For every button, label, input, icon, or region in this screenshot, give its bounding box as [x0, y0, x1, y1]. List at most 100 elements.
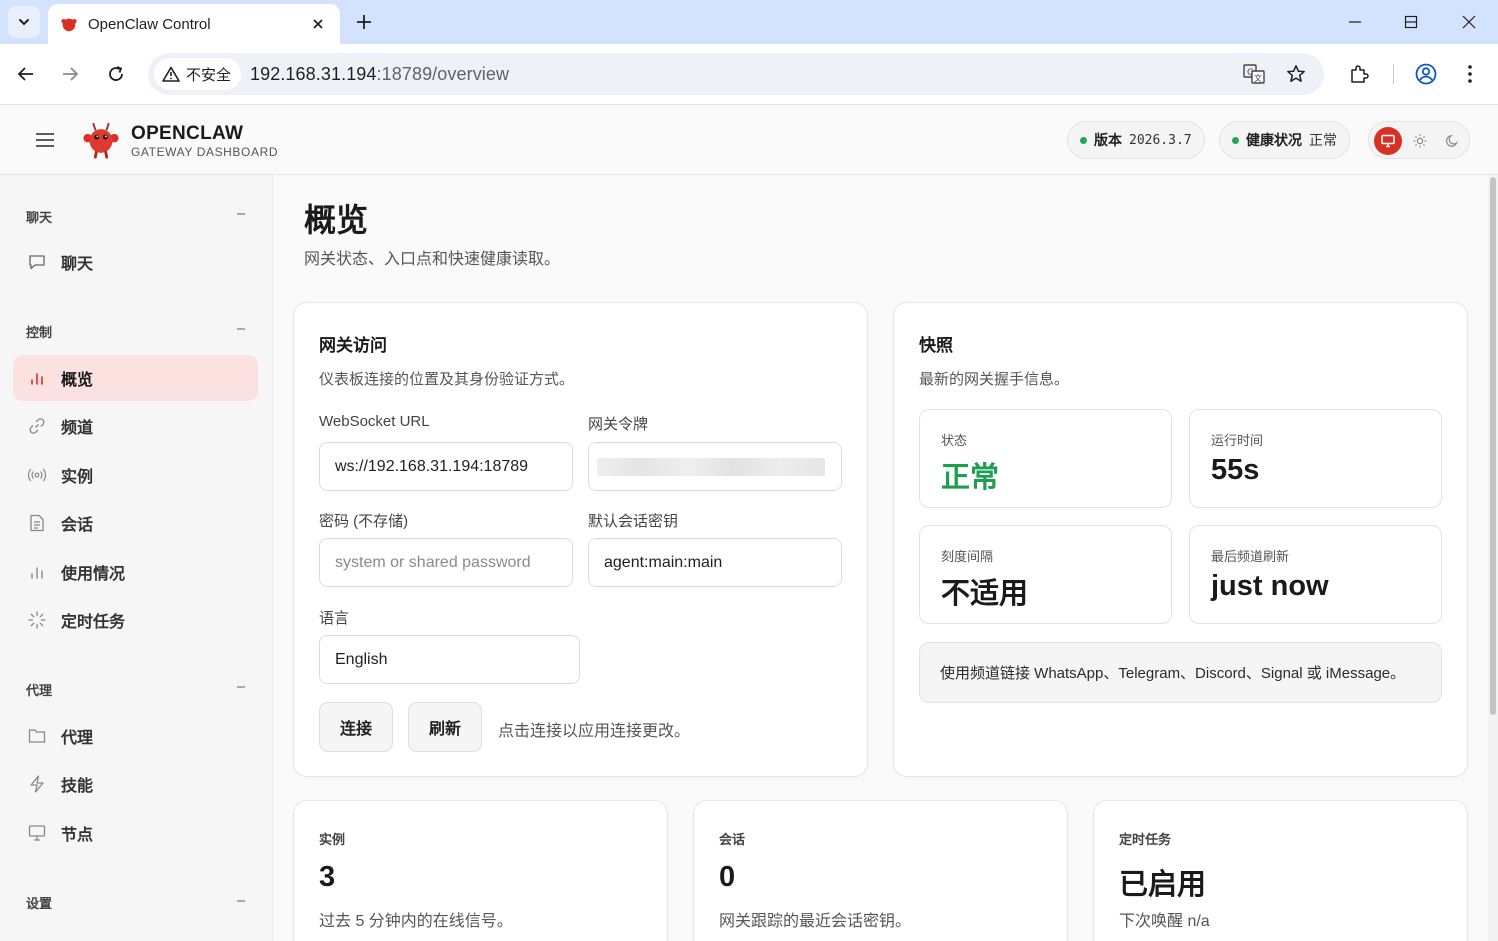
sidebar-item-channels[interactable]: 频道	[13, 403, 258, 449]
more-vertical-icon	[1468, 65, 1472, 83]
site-security-chip[interactable]: 不安全	[154, 58, 242, 90]
collapse-icon[interactable]	[237, 328, 245, 330]
sidebar-item-chat[interactable]: 聊天	[13, 239, 258, 285]
tick-interval-stat: 刻度间隔 不适用	[919, 525, 1172, 624]
collapse-icon[interactable]	[237, 686, 245, 688]
websocket-url-input[interactable]: ws://192.168.31.194:18789	[319, 442, 573, 491]
reload-button[interactable]	[100, 58, 132, 90]
monitor-icon	[27, 823, 47, 843]
sessions-card: 会话 0 网关跟踪的最近会话密钥。	[693, 800, 1068, 941]
sidebar-item-instances[interactable]: 实例	[13, 452, 258, 498]
extensions-button[interactable]	[1343, 58, 1375, 90]
channels-note: 使用频道链接 WhatsApp、Telegram、Discord、Signal …	[919, 642, 1442, 703]
stat-label: 运行时间	[1211, 433, 1264, 448]
chevron-down-icon	[19, 19, 29, 26]
moon-icon	[1445, 134, 1458, 147]
card-description: 下次唤醒 n/a	[1119, 913, 1210, 930]
sidebar-section-agents[interactable]: 代理	[26, 680, 52, 699]
connect-button[interactable]: 连接	[319, 702, 393, 752]
card-subtitle: 最新的网关握手信息。	[919, 371, 1070, 388]
browser-tab[interactable]: OpenClaw Control	[48, 4, 340, 44]
language-label: 语言	[319, 610, 350, 627]
translate-icon[interactable]: G文	[1242, 62, 1266, 86]
plus-icon	[357, 15, 371, 29]
bar-chart-icon	[27, 562, 47, 582]
new-tab-button[interactable]	[350, 8, 378, 36]
sidebar-item-label: 使用情况	[61, 566, 126, 583]
sidebar-item-label: 技能	[61, 778, 94, 795]
link-icon	[27, 416, 47, 436]
stat-value: 不适用	[941, 578, 1029, 610]
main-scrollbar[interactable]	[1488, 175, 1498, 941]
tab-search-button[interactable]	[8, 6, 40, 38]
browser-menu-button[interactable]	[1454, 58, 1486, 90]
sidebar-section-settings[interactable]: 设置	[26, 893, 52, 912]
gateway-token-input[interactable]	[588, 442, 842, 491]
version-pill: 版本 2026.3.7	[1067, 121, 1205, 159]
sidebar-item-label: 聊天	[61, 256, 94, 273]
theme-system-button[interactable]	[1374, 127, 1402, 155]
bar-chart-icon	[27, 368, 47, 388]
theme-dark-button[interactable]	[1438, 127, 1466, 155]
security-label: 不安全	[186, 66, 232, 84]
svg-text:文: 文	[1254, 73, 1262, 83]
stat-value: 正常	[941, 462, 1000, 494]
sidebar-item-label: 频道	[61, 420, 94, 437]
sidebar-item-cron[interactable]: 定时任务	[13, 597, 258, 643]
health-label: 健康状况	[1246, 132, 1302, 148]
card-label: 定时任务	[1119, 832, 1172, 847]
sidebar: 聊天 聊天 控制 概览 频道 实例 会话 使用情况 定时任务 代理 代理 技能	[0, 175, 273, 941]
password-label: 密码 (不存储)	[319, 513, 409, 530]
sidebar-item-usage[interactable]: 使用情况	[13, 549, 258, 595]
refresh-button[interactable]: 刷新	[408, 702, 482, 752]
card-description: 网关跟踪的最近会话密钥。	[719, 913, 912, 930]
collapse-icon[interactable]	[237, 900, 245, 902]
card-label: 会话	[719, 832, 746, 847]
sidebar-section-control[interactable]: 控制	[26, 322, 52, 341]
url-text[interactable]: 192.168.31.194:18789/overview	[250, 64, 509, 85]
sidebar-item-skills[interactable]: 技能	[13, 761, 258, 807]
profile-button[interactable]	[1410, 58, 1442, 90]
menu-icon[interactable]	[34, 129, 56, 151]
version-value: 2026.3.7	[1129, 132, 1192, 148]
theme-light-button[interactable]	[1406, 127, 1434, 155]
bookmark-star-icon[interactable]	[1284, 62, 1308, 86]
uptime-stat: 运行时间 55s	[1189, 409, 1442, 508]
close-window-button[interactable]	[1440, 0, 1498, 44]
minimize-icon	[1349, 21, 1361, 23]
collapse-icon[interactable]	[237, 213, 245, 215]
gateway-access-card: 网关访问 仪表板连接的位置及其身份验证方式。 WebSocket URL ws:…	[293, 302, 868, 777]
brand-subtitle: GATEWAY DASHBOARD	[131, 145, 279, 159]
forward-button[interactable]	[54, 58, 86, 90]
minimize-button[interactable]	[1326, 0, 1384, 44]
scrollbar-thumb[interactable]	[1490, 177, 1496, 715]
language-select[interactable]: English	[319, 635, 580, 684]
card-label: 实例	[319, 832, 346, 847]
status-stat: 状态 正常	[919, 409, 1172, 508]
session-key-input[interactable]: agent:main:main	[588, 538, 842, 587]
card-value: 已启用	[1119, 869, 1207, 901]
arrow-left-icon	[17, 67, 33, 81]
reload-icon	[109, 66, 123, 81]
connect-hint: 点击连接以应用连接更改。	[498, 723, 691, 740]
stat-label: 最后频道刷新	[1211, 549, 1290, 564]
sidebar-item-nodes[interactable]: 节点	[13, 810, 258, 856]
sidebar-item-sessions[interactable]: 会话	[13, 500, 258, 546]
health-value: 正常	[1309, 132, 1337, 148]
monitor-icon	[1381, 134, 1395, 148]
url-host: 192.168.31.194	[250, 64, 377, 84]
card-title: 网关访问	[319, 336, 387, 355]
arrow-right-icon	[63, 67, 79, 81]
address-bar[interactable]: 不安全 192.168.31.194:18789/overview G文	[148, 53, 1324, 95]
browser-tabstrip: OpenClaw Control	[0, 0, 1498, 44]
radio-icon	[27, 465, 47, 485]
last-refresh-stat: 最后频道刷新 just now	[1189, 525, 1442, 624]
sidebar-item-overview[interactable]: 概览	[13, 355, 258, 401]
close-tab-icon[interactable]	[308, 14, 328, 34]
sidebar-item-agents[interactable]: 代理	[13, 713, 258, 759]
password-input[interactable]: system or shared password	[319, 538, 573, 587]
maximize-button[interactable]	[1382, 0, 1440, 44]
back-button[interactable]	[10, 58, 42, 90]
brand-title: OPENCLAW	[131, 123, 244, 144]
sidebar-section-chat[interactable]: 聊天	[26, 207, 52, 226]
